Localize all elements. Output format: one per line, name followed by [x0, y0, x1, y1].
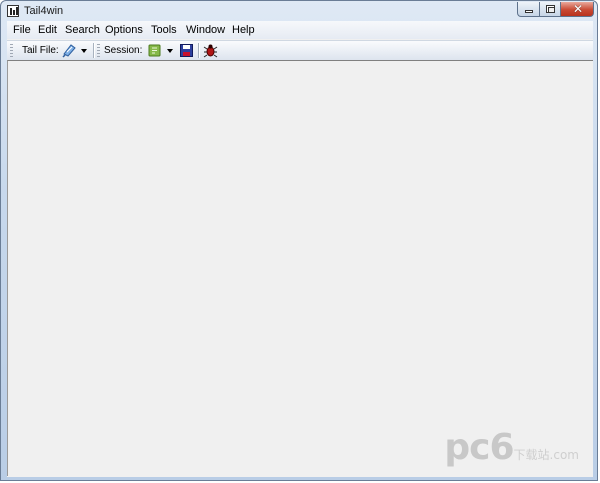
save-icon[interactable] — [179, 43, 194, 58]
watermark: pc6下载站.com — [444, 427, 579, 468]
menu-search[interactable]: Search — [65, 24, 100, 36]
minimize-icon — [525, 10, 533, 13]
client-area: File Edit Search Options Tools Window He… — [7, 21, 593, 477]
toolbar-separator — [93, 43, 95, 58]
session-dropdown-arrow[interactable] — [167, 49, 173, 53]
toolbar: Tail File: Session: — [7, 40, 593, 61]
menu-bar: File Edit Search Options Tools Window He… — [7, 21, 593, 39]
session-open-icon[interactable] — [147, 43, 162, 58]
menu-help[interactable]: Help — [232, 24, 255, 36]
tail-file-dropdown-arrow[interactable] — [81, 49, 87, 53]
toolbar-grip[interactable] — [97, 44, 100, 57]
open-file-icon[interactable] — [62, 43, 77, 58]
close-button[interactable]: ✕ — [560, 2, 594, 17]
menu-options[interactable]: Options — [105, 24, 143, 36]
menu-tools[interactable]: Tools — [151, 24, 177, 36]
app-icon[interactable] — [7, 5, 19, 17]
main-document-area[interactable]: pc6下载站.com — [7, 60, 593, 476]
maximize-button[interactable] — [539, 2, 561, 17]
tail-file-label: Tail File: — [22, 45, 59, 56]
menu-window[interactable]: Window — [186, 24, 225, 36]
maximize-icon — [546, 5, 555, 13]
menu-file[interactable]: File — [13, 24, 31, 36]
title-bar[interactable]: Tail4win ✕ — [1, 1, 597, 21]
menu-edit[interactable]: Edit — [38, 24, 57, 36]
bug-icon[interactable] — [203, 43, 218, 58]
watermark-main: pc6 — [444, 427, 514, 468]
toolbar-grip[interactable] — [10, 44, 13, 57]
watermark-domain: .com — [549, 448, 579, 462]
session-label: Session: — [104, 45, 143, 56]
window-title: Tail4win — [24, 5, 64, 17]
app-window: Tail4win ✕ File Edit Search Options Tool… — [0, 0, 598, 481]
toolbar-separator — [198, 43, 200, 58]
close-icon: ✕ — [573, 2, 584, 16]
minimize-button[interactable] — [517, 2, 540, 17]
watermark-sub: 下载站 — [513, 448, 550, 462]
